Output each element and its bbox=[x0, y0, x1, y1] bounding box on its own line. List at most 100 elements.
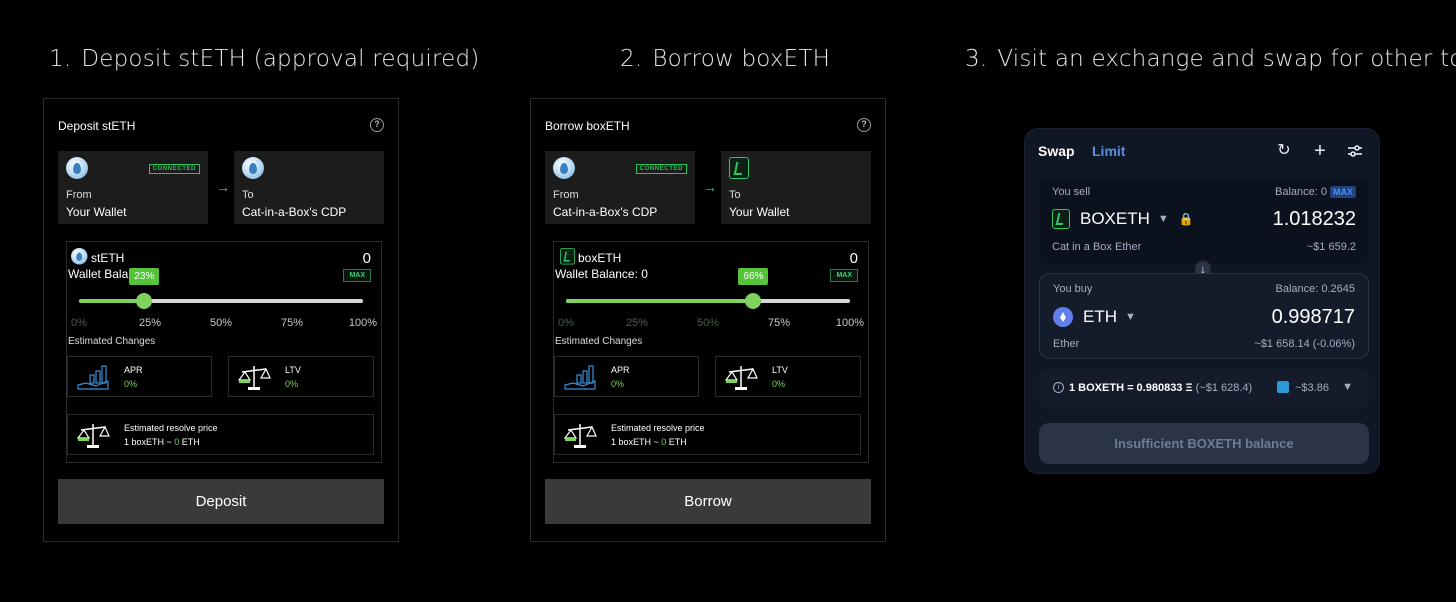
plus-icon[interactable]: + bbox=[1311, 141, 1329, 161]
to-place: Cat-in-a-Box's CDP bbox=[242, 205, 347, 219]
apr-card: APR 0% bbox=[554, 356, 699, 397]
from-label: From bbox=[553, 189, 579, 201]
slider-fill bbox=[566, 299, 754, 303]
resolve-value: 1 boxETH ~ 0 ETH bbox=[124, 437, 200, 447]
from-place: Cat-in-a-Box's CDP bbox=[553, 205, 658, 219]
slider-thumb[interactable] bbox=[745, 293, 762, 309]
settings-sliders-icon[interactable] bbox=[1346, 142, 1364, 160]
steth-icon bbox=[242, 157, 264, 179]
from-box: CONNECTED From Your Wallet bbox=[58, 151, 208, 224]
arrow-right-icon: → bbox=[216, 179, 230, 195]
slider-track[interactable]: 23% bbox=[79, 268, 363, 309]
help-icon[interactable]: ? bbox=[857, 118, 871, 132]
tick-100: 100% bbox=[348, 317, 378, 329]
slider-thumb[interactable] bbox=[136, 293, 153, 309]
info-icon: i bbox=[1053, 382, 1064, 393]
to-label: To bbox=[729, 189, 741, 201]
tick-50: 50% bbox=[696, 317, 720, 329]
borrow-button[interactable]: Borrow bbox=[545, 479, 871, 524]
step-1-title: 1. Deposit stETH (approval required) bbox=[49, 46, 480, 72]
panel-title: Deposit stETH bbox=[58, 119, 136, 133]
steth-icon bbox=[71, 248, 88, 265]
buy-amount: 0.998717 bbox=[1271, 306, 1355, 328]
apr-title: APR bbox=[611, 365, 630, 375]
apr-value: 0% bbox=[124, 379, 138, 389]
sell-token-name: Cat in a Box Ether bbox=[1052, 241, 1142, 253]
tick-50: 50% bbox=[209, 317, 233, 329]
slider-fill bbox=[79, 299, 145, 303]
wallet-balance: Wallet Balance: 0 bbox=[555, 267, 648, 281]
ltv-card: LTV 0% bbox=[715, 356, 861, 397]
ltv-title: LTV bbox=[772, 365, 788, 375]
insufficient-balance-button[interactable]: Insufficient BOXETH balance bbox=[1039, 423, 1369, 464]
scale-icon bbox=[563, 424, 597, 448]
token-name: boxETH bbox=[578, 251, 622, 265]
sell-token-select[interactable]: BOXETH ▼ 🔒 bbox=[1052, 209, 1194, 229]
slider-tooltip: 66% bbox=[738, 268, 769, 285]
deposit-panel: Deposit stETH ? CONNECTED From Your Wall… bbox=[43, 98, 399, 542]
tab-limit[interactable]: Limit bbox=[1092, 143, 1125, 159]
arrow-right-icon: → bbox=[703, 179, 717, 195]
max-button[interactable]: MAX bbox=[830, 269, 858, 282]
to-box: To Your Wallet bbox=[721, 151, 871, 224]
sell-amount-input[interactable]: 1.018232 bbox=[1273, 208, 1356, 231]
buy-token-name: Ether bbox=[1053, 338, 1080, 350]
boxeth-icon bbox=[1052, 209, 1070, 229]
connected-badge: CONNECTED bbox=[635, 164, 687, 174]
slider-track[interactable]: 66% bbox=[566, 268, 850, 309]
borrow-panel: Borrow boxETH ? CONNECTED From Cat-in-a-… bbox=[530, 98, 886, 542]
tab-swap[interactable]: Swap bbox=[1038, 143, 1075, 159]
chevron-down-icon[interactable]: ▼ bbox=[1342, 381, 1353, 393]
ltv-value: 0% bbox=[285, 379, 299, 389]
buy-usd-value: ~$1 658.14 (-0.06%) bbox=[1254, 338, 1355, 350]
chevron-down-icon: ▼ bbox=[1125, 311, 1136, 323]
refresh-icon[interactable]: ↻ bbox=[1275, 142, 1293, 160]
wallet-balance: Wallet Balar bbox=[68, 267, 133, 281]
apr-title: APR bbox=[124, 365, 143, 375]
max-button[interactable]: MAX bbox=[343, 269, 371, 282]
amount-input[interactable]: 0 bbox=[363, 250, 371, 267]
ltv-card: LTV 0% bbox=[228, 356, 374, 397]
to-box: To Cat-in-a-Box's CDP bbox=[234, 151, 384, 224]
tick-75: 75% bbox=[767, 317, 791, 329]
tick-25: 25% bbox=[138, 317, 162, 329]
scale-icon bbox=[76, 424, 110, 448]
ltv-value: 0% bbox=[772, 379, 786, 389]
amount-input[interactable]: 0 bbox=[850, 250, 858, 267]
tick-75: 75% bbox=[280, 317, 304, 329]
apr-value: 0% bbox=[611, 379, 625, 389]
hand-chart-icon bbox=[77, 365, 109, 390]
buy-token-select[interactable]: ETH ▼ bbox=[1053, 307, 1136, 327]
resolve-title: Estimated resolve price bbox=[124, 423, 218, 433]
rate-row[interactable]: i 1 BOXETH = 0.980833 Ξ (~$1 628.4) ~$3.… bbox=[1039, 369, 1369, 409]
slider-tooltip: 23% bbox=[129, 268, 160, 285]
ltv-title: LTV bbox=[285, 365, 301, 375]
gas-icon bbox=[1277, 381, 1289, 393]
max-button[interactable]: MAX bbox=[1330, 186, 1356, 198]
panel-title: Borrow boxETH bbox=[545, 119, 630, 133]
tick-25: 25% bbox=[625, 317, 649, 329]
estimated-changes-label: Estimated Changes bbox=[555, 336, 643, 347]
sell-box: You sell Balance: 0 MAX BOXETH ▼ 🔒 1.0182… bbox=[1039, 179, 1369, 264]
amount-card: stETH Wallet Balar 0 MAX 23% 0% 25% 50% … bbox=[66, 241, 382, 463]
hand-chart-icon bbox=[564, 365, 596, 390]
eth-icon bbox=[1053, 307, 1073, 327]
to-label: To bbox=[242, 189, 254, 201]
from-box: CONNECTED From Cat-in-a-Box's CDP bbox=[545, 151, 695, 224]
exchange-rate: 1 BOXETH = 0.980833 Ξ (~$1 628.4) bbox=[1069, 382, 1253, 394]
steth-icon bbox=[66, 157, 88, 179]
deposit-button[interactable]: Deposit bbox=[58, 479, 384, 524]
resolve-title: Estimated resolve price bbox=[611, 423, 705, 433]
gas-cost: ~$3.86 bbox=[1295, 382, 1329, 394]
resolve-value: 1 boxETH ~ 0 ETH bbox=[611, 437, 687, 447]
scale-icon bbox=[724, 366, 758, 390]
tick-0: 0% bbox=[558, 317, 574, 329]
estimated-changes-label: Estimated Changes bbox=[68, 336, 156, 347]
help-icon[interactable]: ? bbox=[370, 118, 384, 132]
from-place: Your Wallet bbox=[66, 205, 127, 219]
lock-icon: 🔒 bbox=[1178, 212, 1194, 226]
token-name: stETH bbox=[91, 251, 125, 265]
sell-balance: Balance: 0 MAX bbox=[1275, 186, 1356, 198]
from-label: From bbox=[66, 189, 92, 201]
tick-0: 0% bbox=[71, 317, 87, 329]
